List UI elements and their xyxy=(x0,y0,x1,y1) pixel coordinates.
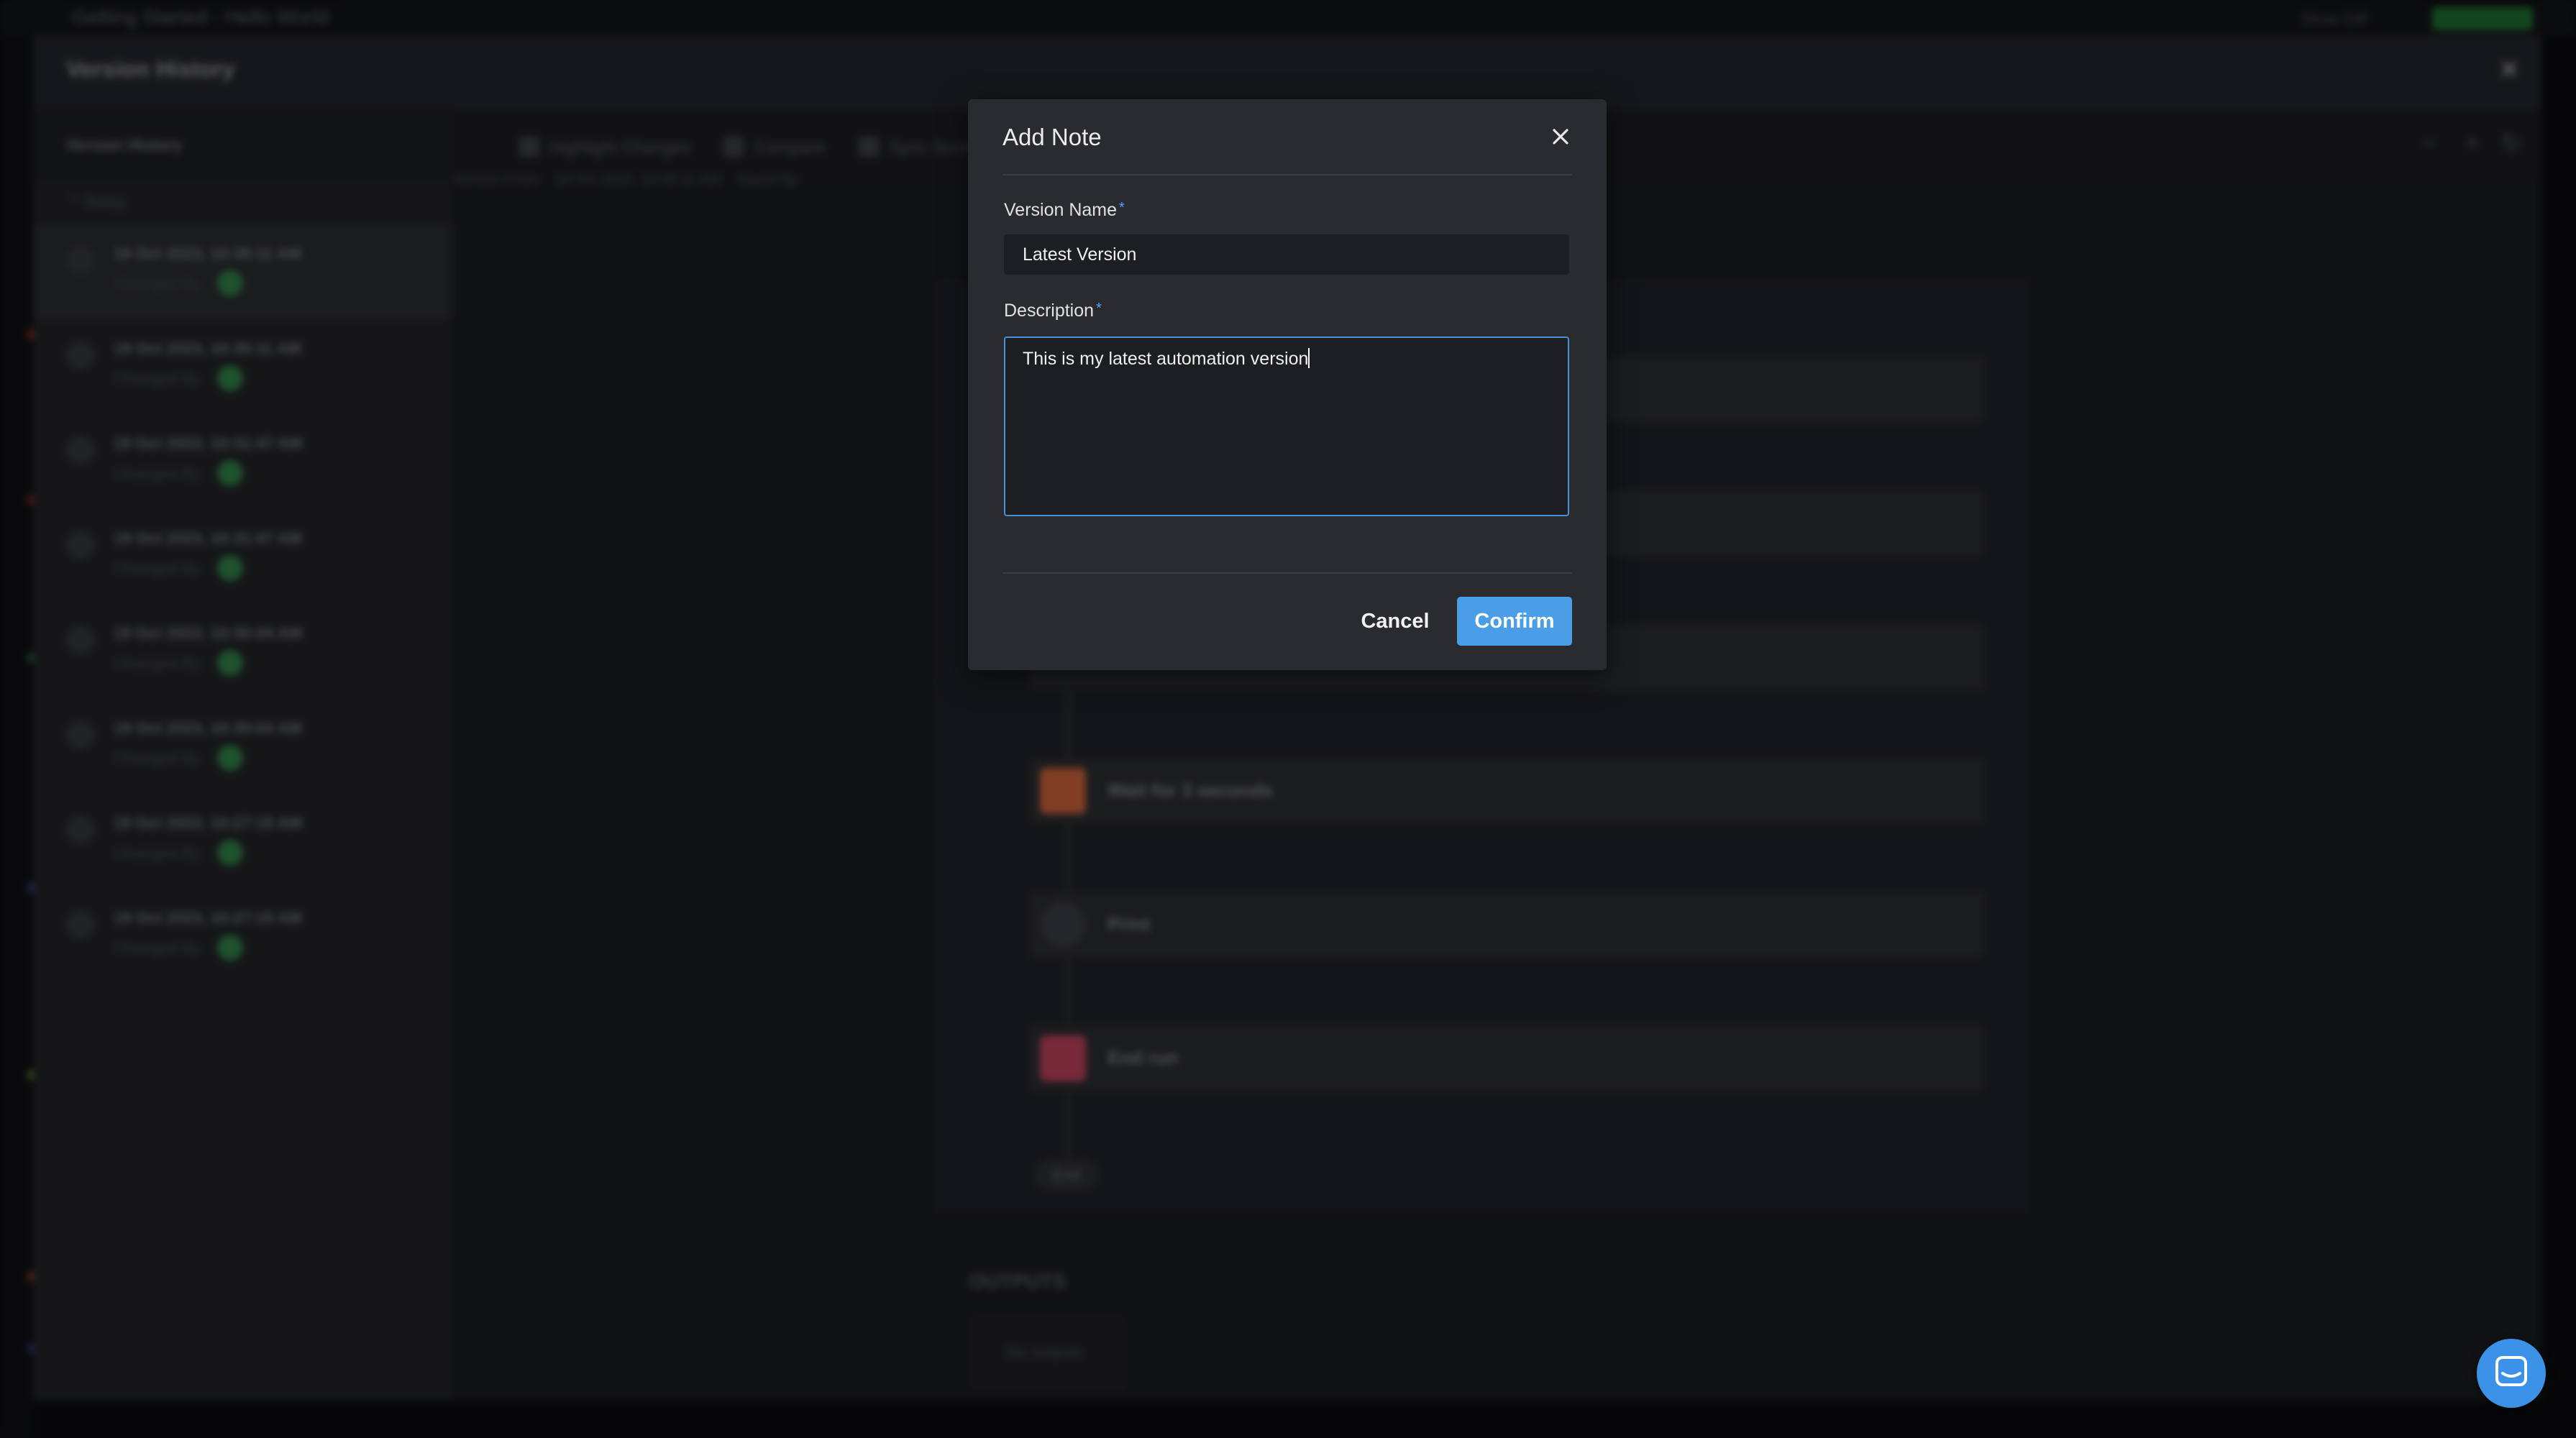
description-label: Description * xyxy=(1004,301,1102,321)
version-name-label: Version Name * xyxy=(1004,200,1125,220)
header-divider xyxy=(1002,174,1572,175)
cancel-button[interactable]: Cancel xyxy=(1345,597,1445,646)
close-icon[interactable] xyxy=(1546,122,1575,151)
required-marker: * xyxy=(1096,301,1102,316)
text-cursor xyxy=(1308,348,1310,368)
required-marker: * xyxy=(1119,200,1125,216)
dialog-title: Add Note xyxy=(1002,124,1102,150)
footer-divider xyxy=(1002,572,1572,574)
version-name-input[interactable]: Latest Version xyxy=(1004,234,1569,275)
add-note-dialog: Add Note Version Name * Latest Version De… xyxy=(968,99,1607,670)
confirm-button[interactable]: Confirm xyxy=(1457,597,1572,646)
chat-icon xyxy=(2495,1356,2527,1386)
description-textarea[interactable]: This is my latest automation version xyxy=(1004,336,1569,516)
chat-button[interactable] xyxy=(2477,1339,2546,1408)
description-text: This is my latest automation version xyxy=(1023,349,1309,369)
